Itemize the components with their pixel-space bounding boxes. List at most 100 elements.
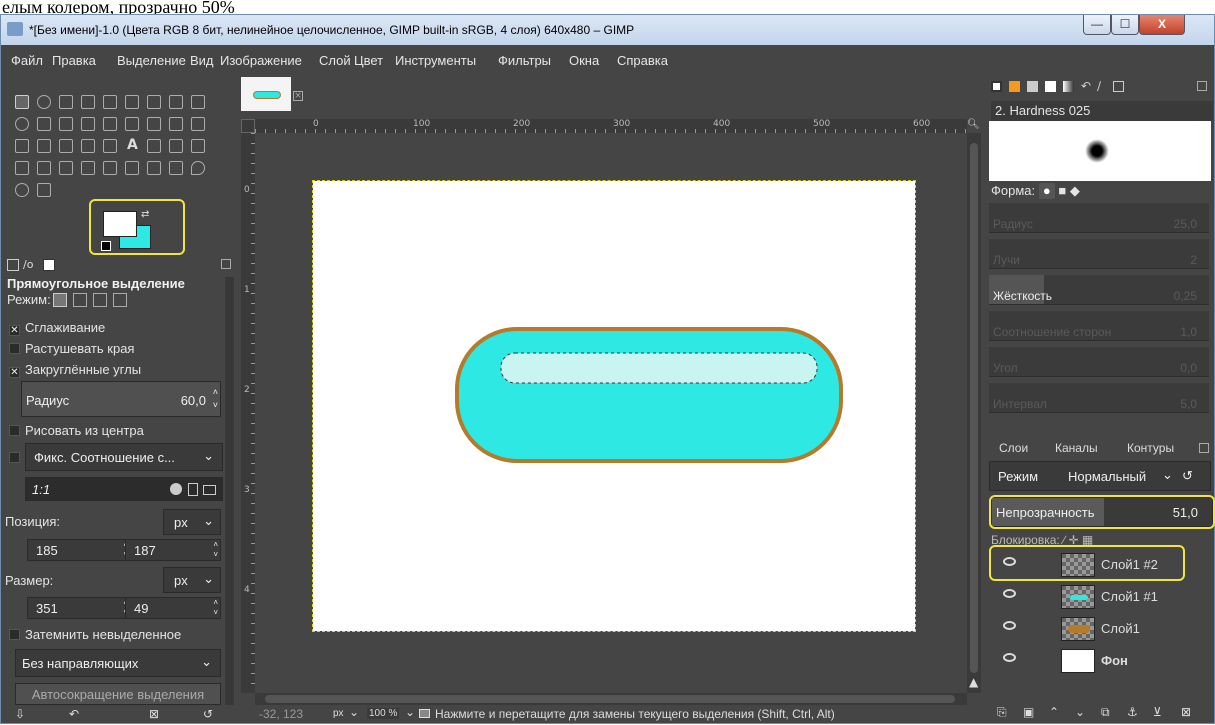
ratio-input[interactable]: 1:1 xyxy=(25,477,223,501)
guides-select[interactable]: Без направляющих ⌄ xyxy=(15,649,221,677)
position-unit-select[interactable]: px ⌄ xyxy=(163,509,221,535)
warp-tool-icon[interactable] xyxy=(147,117,161,131)
zoom-select[interactable]: 100 % xyxy=(367,708,400,719)
square-shape-icon[interactable]: ■ xyxy=(1058,183,1066,198)
bucket-fill-tool-icon[interactable] xyxy=(103,139,117,153)
visibility-eye-icon[interactable] xyxy=(1003,621,1016,630)
autoshrink-button[interactable]: Автосокращение выделения xyxy=(15,683,221,705)
scroll-thumb[interactable] xyxy=(265,695,955,703)
portrait-icon[interactable] xyxy=(188,483,198,496)
paintbrush-tool-icon[interactable] xyxy=(191,139,205,153)
brushes-tab-icon[interactable] xyxy=(991,81,1002,92)
transform-tool-icon[interactable] xyxy=(125,117,139,131)
flip-tool-icon[interactable] xyxy=(191,117,205,131)
chevron-down-icon[interactable]: ⌄ xyxy=(405,705,415,719)
size-width-input[interactable]: 351 ˄˅ xyxy=(27,597,131,619)
layer-row[interactable]: Фон xyxy=(987,645,1214,676)
spin-icon[interactable]: ˄˅ xyxy=(213,540,218,560)
gradient-tool-icon[interactable] xyxy=(169,139,183,153)
close-tab-icon[interactable]: × xyxy=(293,91,303,101)
circle-shape-icon[interactable]: ● xyxy=(1038,183,1055,199)
subtract-mode-icon[interactable] xyxy=(93,293,107,307)
text-tool-icon[interactable]: A xyxy=(127,137,138,153)
arrow-tool-icon[interactable] xyxy=(81,95,95,109)
visibility-eye-icon[interactable] xyxy=(1003,653,1016,662)
menu-file[interactable]: Файл xyxy=(11,53,43,68)
close-button[interactable]: X xyxy=(1139,15,1185,35)
maximize-button[interactable]: ☐ xyxy=(1111,15,1139,35)
images-tab-icon[interactable] xyxy=(43,259,55,271)
raise-layer-icon[interactable]: ⌃ xyxy=(1049,705,1059,719)
duplicate-layer-icon[interactable]: ⧉ xyxy=(1101,705,1110,720)
brush-angle-slider[interactable]: Угол 0,0 xyxy=(989,347,1209,377)
anchor-layer-icon[interactable]: ⚓︎ xyxy=(1127,705,1138,719)
image-tab[interactable] xyxy=(241,77,291,111)
tool-options-tab-icon[interactable] xyxy=(7,259,19,271)
menu-image[interactable]: Изображение xyxy=(220,53,302,68)
scroll-thumb[interactable] xyxy=(970,143,978,673)
restore-options-icon[interactable]: ↶ xyxy=(69,707,79,721)
fonts-tab-icon[interactable] xyxy=(1027,81,1038,92)
add-mode-icon[interactable] xyxy=(73,293,87,307)
new-layer-icon[interactable]: ⎘ xyxy=(997,705,1007,720)
delete-layer-icon[interactable]: ⊠ xyxy=(1181,705,1191,719)
size-height-input[interactable]: 49 ˄ ˅ xyxy=(125,597,221,619)
crop-tool-icon[interactable] xyxy=(103,117,117,131)
device-status-tab-icon[interactable]: ∕o xyxy=(23,258,33,271)
foreground-select-tool-icon[interactable] xyxy=(147,95,161,109)
unified-transform-tool-icon[interactable] xyxy=(37,139,51,153)
darken-unselected-checkbox[interactable]: Затемнить невыделенное xyxy=(9,627,181,642)
document-history-tab-icon[interactable] xyxy=(1045,81,1056,92)
diamond-shape-icon[interactable]: ◆ xyxy=(1070,183,1080,198)
spin-icon[interactable]: ˄˅ xyxy=(213,598,218,618)
layer-row[interactable]: Слой1 xyxy=(987,613,1214,644)
lower-layer-icon[interactable]: ⌄ xyxy=(1075,705,1085,719)
eyedropper-tool-icon[interactable] xyxy=(37,183,51,197)
blur-tool-icon[interactable] xyxy=(147,161,161,175)
rect-select-tool-icon[interactable] xyxy=(15,95,29,109)
rounded-corners-checkbox[interactable]: ✕ Закруглённые углы xyxy=(9,362,141,378)
menu-layer[interactable]: Слой xyxy=(319,53,351,68)
heal-tool-icon[interactable] xyxy=(103,161,117,175)
reset-options-icon[interactable]: ↺ xyxy=(203,707,213,721)
reset-colors-icon[interactable] xyxy=(101,241,111,251)
feather-checkbox[interactable]: Растушевать края xyxy=(9,341,134,356)
layer-mode-select[interactable]: Режим Нормальный ⌄ ↺ xyxy=(989,461,1211,491)
ink-tool-icon[interactable] xyxy=(37,161,51,175)
menu-filters[interactable]: Фильтры xyxy=(498,53,551,68)
panel-menu-icon[interactable] xyxy=(1199,443,1209,453)
fixed-ratio-checkbox[interactable] xyxy=(9,452,20,463)
brush-spikes-slider[interactable]: Лучи 2 xyxy=(989,239,1209,269)
drop-tool-icon[interactable] xyxy=(191,161,205,175)
brush-spacing-slider[interactable]: Интервал 5,0 xyxy=(989,383,1209,413)
templates-tab-icon[interactable] xyxy=(1113,81,1124,92)
save-options-icon[interactable]: ⇩ xyxy=(15,707,25,721)
replace-mode-icon[interactable] xyxy=(53,293,67,307)
perspective-clone-tool-icon[interactable] xyxy=(125,161,139,175)
cage-tool-icon[interactable] xyxy=(15,139,29,153)
vertical-scrollbar[interactable] xyxy=(967,133,981,693)
radius-spin-icon[interactable]: ˄ ˅ xyxy=(213,386,218,412)
brush-hardness-slider[interactable]: Жёсткость 0,25 xyxy=(989,275,1209,305)
fuzzy-select-tool-icon[interactable] xyxy=(103,95,117,109)
brush-aspect-slider[interactable]: Соотношение сторон 1,0 xyxy=(989,311,1209,341)
ratio-options-icon[interactable] xyxy=(170,483,182,495)
ellipse-select-tool-icon[interactable] xyxy=(37,95,51,109)
airbrush-tool-icon[interactable] xyxy=(15,161,29,175)
perspective-tool-icon[interactable] xyxy=(169,117,183,131)
menu-windows[interactable]: Окна xyxy=(569,53,599,68)
panel-menu-icon[interactable] xyxy=(221,259,231,269)
clone-tool-icon[interactable] xyxy=(81,161,95,175)
image-canvas[interactable] xyxy=(312,180,916,632)
gradients-tab-icon[interactable] xyxy=(1063,81,1074,92)
paths-tool-icon[interactable] xyxy=(169,95,183,109)
menu-edit[interactable]: Правка xyxy=(52,53,96,68)
layer-row[interactable]: Слой1 #1 xyxy=(987,581,1214,612)
align-tool-icon[interactable] xyxy=(81,117,95,131)
merge-down-icon[interactable]: ⊻ xyxy=(1153,705,1162,719)
pencil-tool-icon[interactable] xyxy=(191,95,205,109)
free-select-tool-icon[interactable] xyxy=(59,95,73,109)
tool-options-scrollbar[interactable] xyxy=(225,277,234,705)
tab-channels[interactable]: Каналы xyxy=(1055,441,1098,455)
dodge-tool-icon[interactable] xyxy=(169,161,183,175)
